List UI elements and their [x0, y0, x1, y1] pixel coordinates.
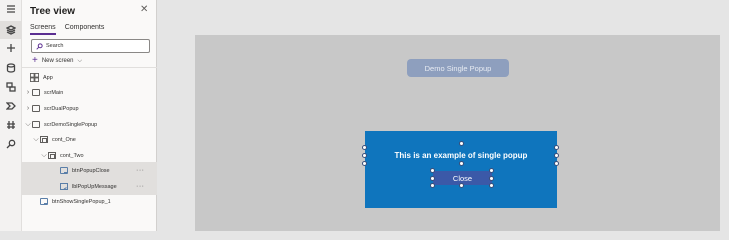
tree-node-btnPopupClose[interactable]: btnPopupClose ··· [22, 162, 157, 179]
chevron-down-icon: ⌵ [77, 57, 83, 64]
media-icon[interactable] [0, 78, 22, 96]
resize-handle[interactable] [489, 183, 494, 188]
tree-node-cont_One[interactable]: ⌵ cont_One [22, 131, 157, 148]
divider [22, 67, 157, 68]
demo-single-popup-button[interactable]: Demo Single Popup [407, 59, 509, 77]
search-rail-icon[interactable] [0, 135, 22, 153]
left-rail [0, 0, 22, 231]
tree-node-label: lblPopUpMessage [72, 183, 117, 190]
tree-node-label: cont_One [52, 136, 76, 143]
app-icon [30, 73, 39, 82]
tree-node-label: scrDemoSinglePopup [44, 121, 98, 128]
tree-view-panel: Tree view ✕ Screens Components Search + … [22, 0, 157, 231]
new-screen-button[interactable]: + New screen ⌵ [32, 55, 83, 66]
tree-node-label: btnPopupClose [72, 167, 110, 174]
tab-components[interactable]: Components [65, 24, 105, 35]
container-icon [40, 136, 48, 143]
resize-handle[interactable] [489, 168, 494, 173]
resize-handle[interactable] [459, 141, 464, 146]
insert-plus-icon[interactable] [0, 39, 22, 57]
resize-handle[interactable] [489, 176, 494, 181]
button-control-icon [60, 167, 68, 174]
tree-node-label: btnShowSinglePopup_1 [52, 198, 111, 205]
resize-handle[interactable] [459, 183, 464, 188]
screen-icon [32, 105, 40, 112]
chevron-right-icon[interactable]: › [24, 89, 32, 96]
chevron-right-icon[interactable]: › [24, 105, 32, 112]
tree-node-label: scrDualPopup [44, 105, 79, 112]
chevron-down-icon[interactable]: ⌵ [24, 121, 32, 129]
container-icon [48, 152, 56, 159]
power-automate-icon[interactable] [0, 97, 22, 115]
tree-node-label: scrMain [44, 89, 64, 96]
more-options-icon[interactable]: ··· [136, 167, 145, 174]
popup-message-label[interactable]: This is an example of single popup [365, 151, 557, 160]
resize-handle[interactable] [430, 176, 435, 181]
resize-handle[interactable] [554, 153, 559, 158]
label-control-icon [60, 183, 68, 190]
data-cylinder-icon[interactable] [0, 59, 22, 77]
search-icon [36, 42, 43, 50]
more-options-icon[interactable]: ··· [136, 183, 145, 190]
tab-screens[interactable]: Screens [30, 24, 56, 35]
popup-container[interactable]: This is an example of single popup Close [362, 131, 559, 208]
plus-icon: + [32, 55, 38, 66]
tree-node-label: cont_Two [60, 152, 84, 159]
new-screen-label: New screen [41, 58, 74, 64]
panel-title: Tree view [30, 6, 76, 17]
tree-view-icon[interactable] [0, 21, 22, 39]
search-input[interactable]: Search [31, 39, 150, 53]
design-canvas[interactable]: Demo Single Popup This is an example of … [195, 35, 720, 231]
button-control-icon [40, 198, 48, 205]
screen-icon [32, 121, 40, 128]
tree-node-scrMain[interactable]: › scrMain [22, 84, 157, 101]
resize-handle[interactable] [554, 145, 559, 150]
variables-icon[interactable] [0, 116, 22, 134]
resize-handle[interactable] [430, 183, 435, 188]
tree-node-label: App [43, 74, 53, 81]
close-icon[interactable]: ✕ [140, 5, 148, 15]
search-placeholder: Search [46, 43, 64, 49]
resize-handle[interactable] [430, 168, 435, 173]
chevron-down-icon[interactable]: ⌵ [32, 136, 40, 144]
tree-view-tabs: Screens Components [30, 24, 104, 35]
resize-handle[interactable] [362, 145, 367, 150]
screen-icon [32, 89, 40, 96]
resize-handle[interactable] [459, 161, 464, 166]
tree-node-scrDualPopup[interactable]: › scrDualPopup [22, 100, 157, 117]
hamburger-menu-icon[interactable] [0, 0, 22, 18]
tree-node-btnShowSinglePopup_1[interactable]: btnShowSinglePopup_1 [22, 193, 157, 210]
chevron-down-icon[interactable]: ⌵ [40, 152, 48, 160]
resize-handle[interactable] [362, 161, 367, 166]
resize-handle[interactable] [554, 161, 559, 166]
resize-handle[interactable] [362, 153, 367, 158]
